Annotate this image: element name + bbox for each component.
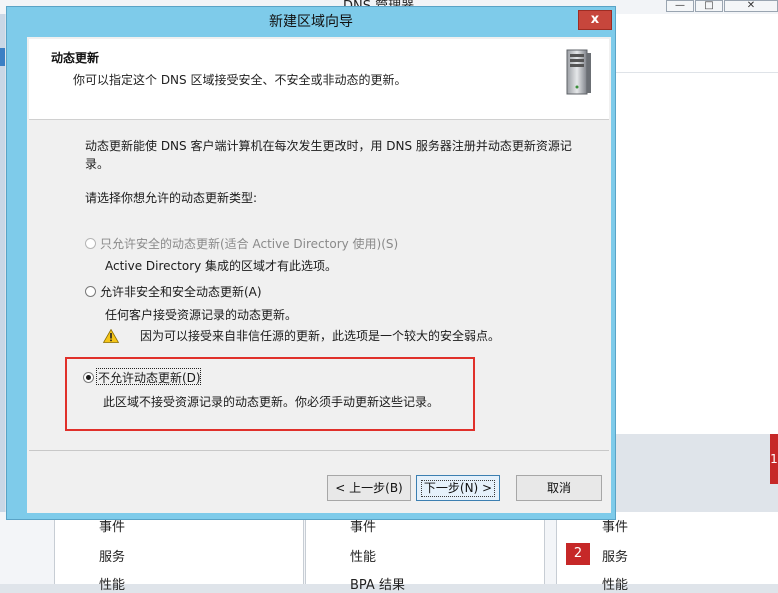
tile-item-services[interactable]: 服务 <box>99 546 125 565</box>
footer-divider <box>29 450 609 451</box>
dashboard-tile-2[interactable]: 事件 性能 BPA 结果 <box>305 512 545 593</box>
background-right-pane <box>613 14 778 434</box>
cancel-button-label: 取消 <box>546 481 571 495</box>
radio-no-dynamic-updates[interactable] <box>83 372 94 383</box>
maximize-button[interactable]: □ <box>695 0 723 12</box>
option-secure-only-label: 只允许安全的动态更新(适合 Active Directory 使用)(S) <box>100 237 399 251</box>
option-allow-all-description: 任何客户接受资源记录的动态更新。 <box>105 308 298 322</box>
radio-allow-nonsecure-and-secure[interactable] <box>85 286 96 297</box>
wizard-step-subtitle: 你可以指定这个 DNS 区域接受安全、不安全或非动态的更新。 <box>73 73 407 87</box>
next-button-label: 下一步(N) > <box>420 480 496 497</box>
tile-item-services[interactable]: 服务 <box>602 546 628 565</box>
wizard-header: 动态更新 你可以指定这个 DNS 区域接受安全、不安全或非动态的更新。 <box>29 39 609 120</box>
warning-icon <box>103 329 119 343</box>
option-no-updates-label[interactable]: 不允许动态更新(D) <box>98 369 201 386</box>
option-secure-only-description: Active Directory 集成的区域才有此选项。 <box>105 259 338 273</box>
dialog-close-button[interactable]: x <box>578 10 612 30</box>
option-allow-all-label[interactable]: 允许非安全和安全动态更新(A) <box>100 283 262 300</box>
close-window-button[interactable]: ✕ <box>724 0 778 12</box>
choice-prompt: 请选择你想允许的动态更新类型: <box>85 191 258 205</box>
background-left-strip <box>0 14 5 524</box>
back-button-label: < 上一步(B) <box>335 481 403 495</box>
background-nav-marker <box>0 48 5 66</box>
intro-text-line2: 录。 <box>85 157 110 171</box>
option-allow-all-warning: 因为可以接受来自非信任源的更新，此选项是一个较大的安全弱点。 <box>140 329 501 343</box>
wizard-step-title: 动态更新 <box>51 51 100 65</box>
next-button[interactable]: 下一步(N) > <box>416 475 500 501</box>
new-zone-wizard-dialog: 新建区域向导 x 动态更新 你可以指定这个 DNS 区域接受安全、不安全或非动态… <box>6 6 616 520</box>
server-tower-icon <box>566 49 591 95</box>
back-button[interactable]: < 上一步(B) <box>327 475 411 501</box>
dialog-body: 动态更新 你可以指定这个 DNS 区域接受安全、不安全或非动态的更新。 动态更新… <box>27 37 611 513</box>
cancel-button[interactable]: 取消 <box>516 475 602 501</box>
background-alert-tab[interactable]: 1 <box>770 434 778 484</box>
dashboard-tile-1[interactable]: 事件 服务 性能 <box>54 512 304 593</box>
wizard-content: 动态更新能使 DNS 客户端计算机在每次发生更改时，用 DNS 服务器注册并动态… <box>29 121 609 451</box>
intro-text-line1: 动态更新能使 DNS 客户端计算机在每次发生更改时，用 DNS 服务器注册并动态… <box>85 139 572 153</box>
dialog-title: 新建区域向导 <box>269 14 353 30</box>
tile-item-performance[interactable]: 性能 <box>350 546 376 565</box>
radio-secure-only <box>85 238 96 249</box>
option-no-updates-description: 此区域不接受资源记录的动态更新。你必须手动更新这些记录。 <box>103 395 440 409</box>
alert-count-badge: 2 <box>566 543 590 565</box>
minimize-button[interactable]: — <box>666 0 694 12</box>
